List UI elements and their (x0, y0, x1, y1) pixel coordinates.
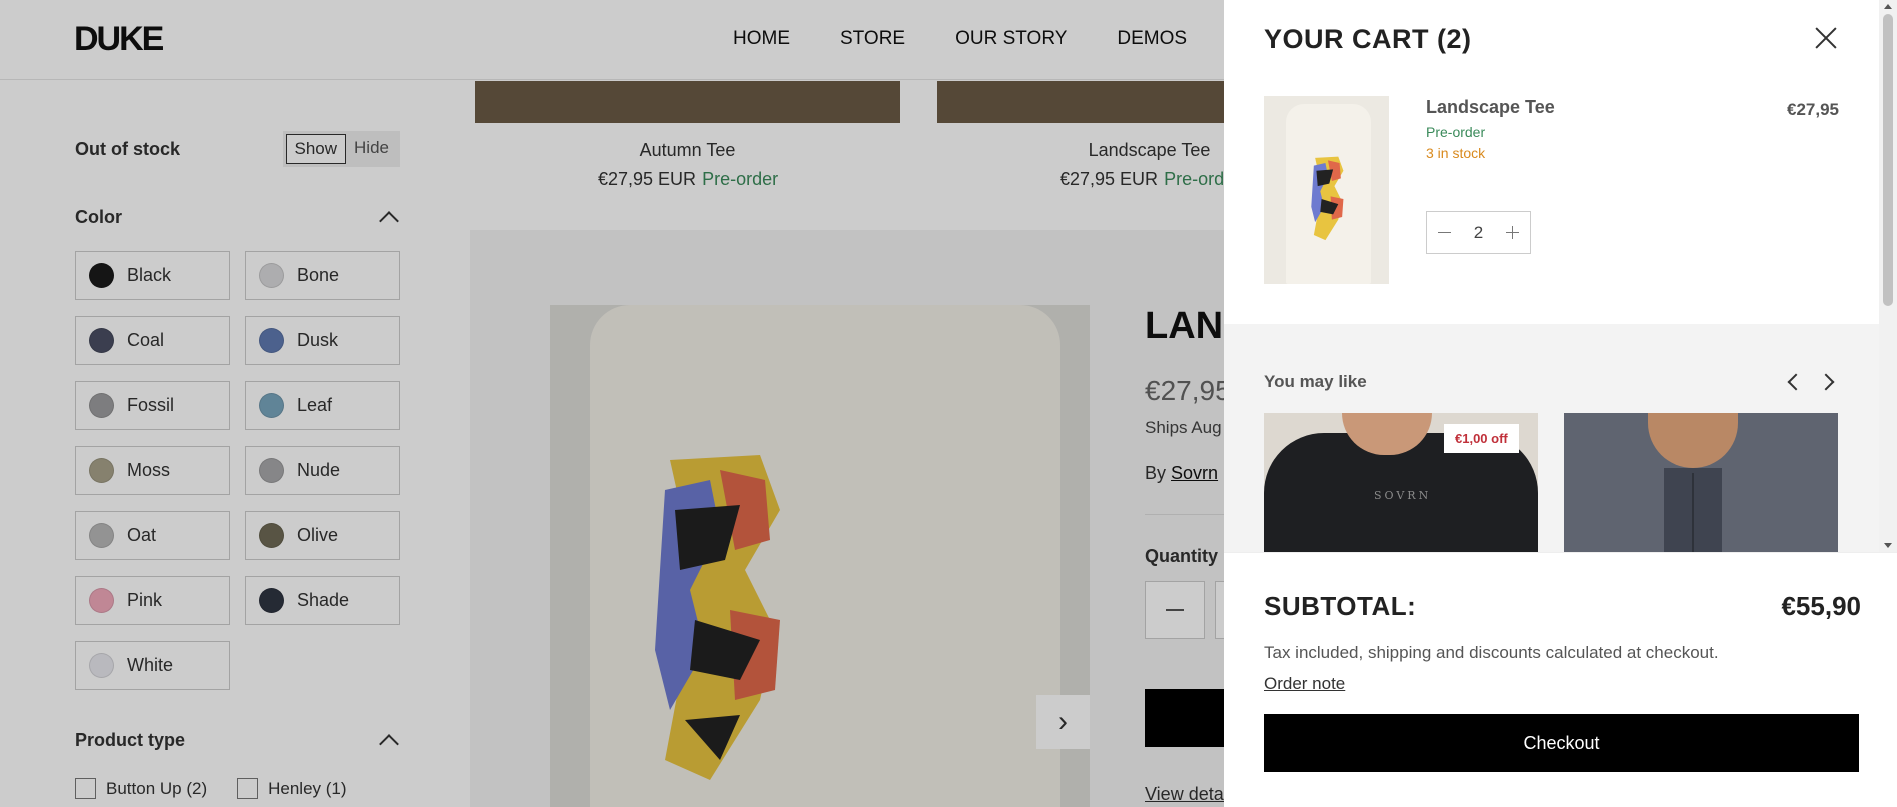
order-note-link[interactable]: Order note (1264, 674, 1345, 694)
subtotal-label: SUBTOTAL: (1264, 591, 1417, 621)
you-may-like-title: You may like (1264, 372, 1367, 391)
you-may-like-section: You may like SOVRN €1,00 off (1224, 324, 1879, 552)
scrollbar-thumb[interactable] (1883, 14, 1893, 306)
cart-item-name[interactable]: Landscape Tee (1426, 97, 1555, 118)
minus-icon[interactable] (1438, 232, 1452, 233)
scroll-down-icon[interactable] (1884, 543, 1892, 548)
cart-item-price: €27,95 (1787, 100, 1839, 119)
recommendation-card[interactable]: SOVRN €1,00 off (1264, 413, 1538, 552)
cart-footer: SUBTOTAL: €55,90 Tax included, shipping … (1224, 552, 1897, 807)
cart-item-status: Pre-order (1426, 124, 1486, 140)
cart-item-stock: 3 in stock (1426, 145, 1486, 161)
subtotal-value: €55,90 (1781, 591, 1861, 621)
close-icon[interactable] (1810, 22, 1842, 54)
discount-badge: €1,00 off (1444, 424, 1519, 453)
checkout-button[interactable]: Checkout (1264, 714, 1859, 772)
recommendation-card[interactable] (1564, 413, 1838, 552)
quantity-value[interactable]: 2 (1474, 223, 1483, 243)
zipper-graphic (1692, 473, 1694, 552)
drawer-scrollbar[interactable] (1879, 0, 1897, 552)
scroll-up-icon[interactable] (1884, 4, 1892, 9)
quantity-stepper: 2 (1426, 211, 1531, 254)
tax-note: Tax included, shipping and discounts cal… (1264, 643, 1719, 662)
cart-item-image[interactable] (1264, 96, 1389, 284)
cart-drawer: YOUR CART (2) Landscape Tee Pre-order 3 … (1224, 0, 1897, 807)
print-artwork (1311, 156, 1344, 241)
plus-icon[interactable] (1505, 226, 1519, 239)
chevron-right-icon[interactable] (1817, 373, 1835, 391)
brand-mark: SOVRN (1374, 489, 1432, 502)
cart-title: YOUR CART (2) (1264, 24, 1472, 54)
chevron-left-icon[interactable] (1787, 373, 1805, 391)
